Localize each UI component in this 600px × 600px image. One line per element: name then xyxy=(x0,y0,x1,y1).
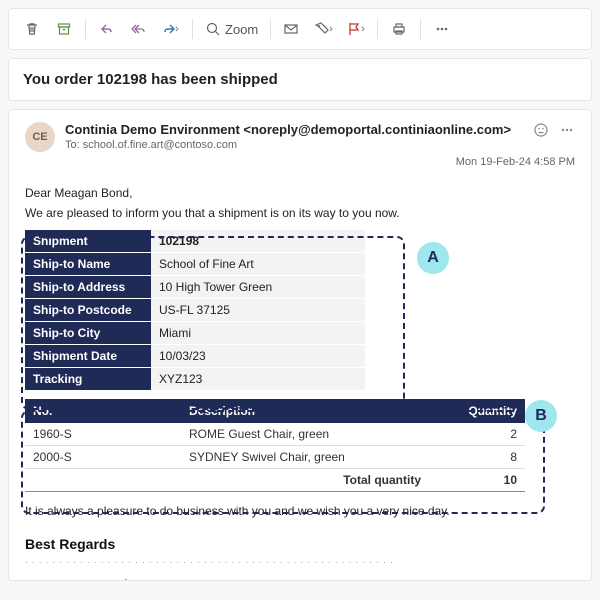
envelope-icon xyxy=(283,21,301,37)
table-row: 1960-S ROME Guest Chair, green 2 xyxy=(25,423,525,446)
more-actions-button[interactable] xyxy=(427,15,457,43)
regards-line: Best Regards xyxy=(25,536,575,552)
zoom-icon xyxy=(205,21,221,37)
value-shipment: 102198 xyxy=(151,230,365,253)
total-row: Total quantity 10 xyxy=(25,469,525,492)
cell-quantity: 8 xyxy=(429,446,525,469)
col-quantity: Quantity xyxy=(429,399,525,423)
forward-button[interactable] xyxy=(156,15,186,43)
recipient-line: To: school.of.fine.art@contoso.com xyxy=(65,139,523,151)
to-prefix: To: xyxy=(65,139,80,151)
react-button[interactable] xyxy=(533,122,549,138)
received-date: Mon 19-Feb-24 4:58 PM xyxy=(25,156,575,168)
reply-button[interactable] xyxy=(92,15,122,43)
value-tracking: XYZ123 xyxy=(151,368,365,391)
label-ship-to-name: Ship-to Name xyxy=(25,253,151,276)
value-ship-to-city: Miami xyxy=(151,322,365,345)
print-icon xyxy=(391,21,407,37)
col-no: No. xyxy=(25,399,181,423)
mark-read-button[interactable] xyxy=(277,15,307,43)
reply-all-icon xyxy=(130,21,148,37)
table-row: TrackingXYZ123 xyxy=(25,368,365,391)
separator-dots: · · · · · · · · · · · · · · · · · · · · … xyxy=(25,558,575,567)
toolbar-separator xyxy=(420,19,421,39)
zoom-button[interactable]: Zoom xyxy=(199,21,264,37)
cell-description: SYDNEY Swivel Chair, green xyxy=(181,446,429,469)
cell-no: 1960-S xyxy=(25,423,181,446)
label-ship-to-postcode: Ship-to Postcode xyxy=(25,299,151,322)
message-more-button[interactable] xyxy=(559,122,575,138)
trash-icon xyxy=(24,21,40,37)
ellipsis-icon xyxy=(434,21,450,37)
label-tracking: Tracking xyxy=(25,368,151,391)
email-subject: You order 102198 has been shipped xyxy=(8,58,592,101)
archive-icon xyxy=(56,21,72,37)
label-ship-to-address: Ship-to Address xyxy=(25,276,151,299)
label-ship-to-city: Ship-to City xyxy=(25,322,151,345)
sender-avatar[interactable]: CE xyxy=(25,122,55,152)
label-shipment-date: Shipment Date xyxy=(25,345,151,368)
print-button[interactable] xyxy=(384,15,414,43)
label-shipment: Shipment xyxy=(25,230,151,253)
value-shipment-date: 10/03/23 xyxy=(151,345,365,368)
reply-all-button[interactable] xyxy=(124,15,154,43)
total-label: Total quantity xyxy=(181,469,429,492)
total-value: 10 xyxy=(429,469,525,492)
value-ship-to-postcode: US-FL 37125 xyxy=(151,299,365,322)
table-row: Shipment Date10/03/23 xyxy=(25,345,365,368)
greeting-line: Dear Meagan Bond, xyxy=(25,186,575,200)
table-row: Ship-to PostcodeUS-FL 37125 xyxy=(25,299,365,322)
reply-icon xyxy=(99,21,115,37)
cell-no: 2000-S xyxy=(25,446,181,469)
table-header-row: No. Description Quantity xyxy=(25,399,525,423)
shipment-lines-table: No. Description Quantity 1960-S ROME Gue… xyxy=(25,399,525,492)
email-toolbar: Zoom xyxy=(8,8,592,50)
delete-button[interactable] xyxy=(17,15,47,43)
closing-line: It is always a pleasure to do business w… xyxy=(25,504,575,518)
toolbar-separator xyxy=(85,19,86,39)
annotation-badge-a: A xyxy=(417,242,449,274)
intro-line: We are pleased to inform you that a ship… xyxy=(25,206,575,220)
tag-icon xyxy=(314,21,334,37)
table-row: Ship-to CityMiami xyxy=(25,322,365,345)
cell-quantity: 2 xyxy=(429,423,525,446)
flag-button[interactable] xyxy=(341,15,371,43)
annotation-badge-b: B xyxy=(525,400,557,432)
table-row: Ship-to NameSchool of Fine Art xyxy=(25,253,365,276)
col-description: Description xyxy=(181,399,429,423)
company-line: CRONUS UK Ltd. xyxy=(25,577,575,581)
value-ship-to-address: 10 High Tower Green xyxy=(151,276,365,299)
toolbar-separator xyxy=(377,19,378,39)
cell-description: ROME Guest Chair, green xyxy=(181,423,429,446)
table-row: Ship-to Address10 High Tower Green xyxy=(25,276,365,299)
flag-icon xyxy=(346,21,366,37)
value-ship-to-name: School of Fine Art xyxy=(151,253,365,276)
toolbar-separator xyxy=(270,19,271,39)
archive-button[interactable] xyxy=(49,15,79,43)
smiley-icon xyxy=(533,122,549,138)
to-address: school.of.fine.art@contoso.com xyxy=(83,139,237,151)
table-row: Shipment102198 xyxy=(25,230,365,253)
email-message: CE Continia Demo Environment <noreply@de… xyxy=(8,109,592,581)
forward-icon xyxy=(161,21,181,37)
email-body: Dear Meagan Bond, We are pleased to info… xyxy=(25,186,575,581)
sender-display: Continia Demo Environment <noreply@demop… xyxy=(65,122,523,137)
ellipsis-icon xyxy=(559,122,575,138)
zoom-label: Zoom xyxy=(225,22,258,37)
table-row: 2000-S SYDNEY Swivel Chair, green 8 xyxy=(25,446,525,469)
email-header: CE Continia Demo Environment <noreply@de… xyxy=(25,122,575,152)
categorize-button[interactable] xyxy=(309,15,339,43)
shipment-header-table: Shipment102198 Ship-to NameSchool of Fin… xyxy=(25,230,365,391)
toolbar-separator xyxy=(192,19,193,39)
